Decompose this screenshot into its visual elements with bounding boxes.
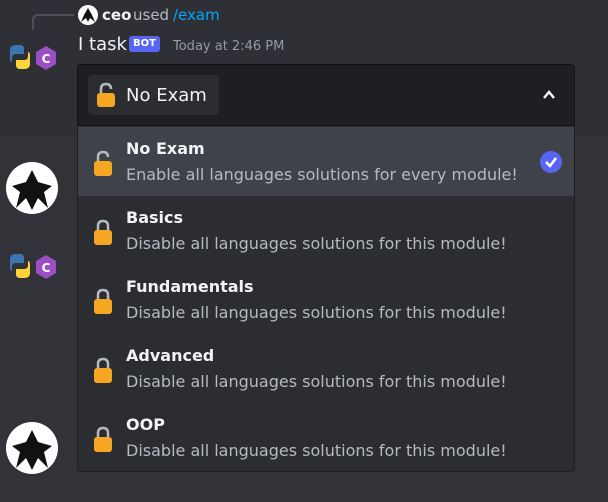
unlock-icon [94,150,112,176]
option-fundamentals[interactable]: Fundamentals Disable all languages solut… [78,265,574,334]
bot-avatar[interactable]: C [6,42,60,72]
lock-icon [94,426,112,452]
option-title: Advanced [126,346,215,365]
exam-select-menu[interactable]: No Exam [77,64,575,126]
option-title: Fundamentals [126,277,254,296]
option-title: OOP [126,415,165,434]
lock-icon [94,288,112,314]
reply-command[interactable]: /exam [173,6,220,24]
option-title: No Exam [126,139,205,158]
user-avatar[interactable] [6,162,58,214]
reply-used-text: used [133,6,170,24]
reply-username[interactable]: ceo [102,6,131,24]
chevron-up-icon[interactable] [542,88,556,102]
option-description: Enable all languages solutions for every… [126,165,518,184]
option-title: Basics [126,208,184,227]
check-icon [540,151,562,173]
option-oop[interactable]: OOP Disable all languages solutions for … [78,403,574,471]
option-description: Disable all languages solutions for this… [126,441,507,460]
unlock-icon [97,82,115,107]
selected-label: No Exam [126,84,207,106]
bot-badge: BOT [129,36,160,52]
option-description: Disable all languages solutions for this… [126,372,507,391]
option-description: Disable all languages solutions for this… [126,303,507,322]
reply-avatar[interactable] [78,5,98,25]
exam-options-list: No Exam Enable all languages solutions f… [77,127,575,472]
lock-icon [94,357,112,383]
user-avatar[interactable] [6,422,58,474]
svg-text:C: C [42,52,51,66]
message-timestamp: Today at 2:46 PM [173,39,285,54]
selected-value[interactable]: No Exam [88,75,219,115]
option-basics[interactable]: Basics Disable all languages solutions f… [78,196,574,265]
option-no-exam[interactable]: No Exam Enable all languages solutions f… [78,127,574,196]
lock-icon [94,219,112,245]
svg-text:C: C [42,261,51,275]
bot-avatar[interactable]: C [6,251,60,281]
option-description: Disable all languages solutions for this… [126,234,507,253]
reply-connector [32,14,74,30]
message-author[interactable]: I task [78,34,127,55]
option-advanced[interactable]: Advanced Disable all languages solutions… [78,334,574,403]
